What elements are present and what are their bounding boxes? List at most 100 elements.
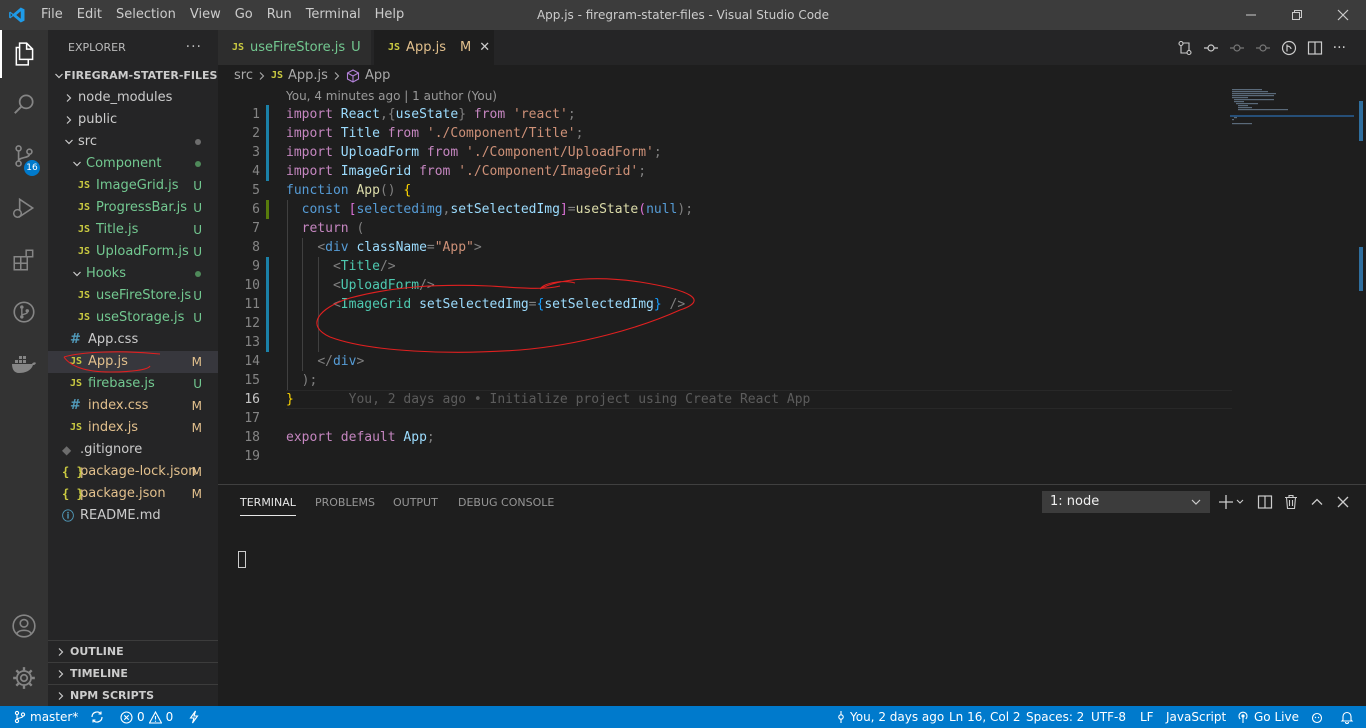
tree-file[interactable]: { } package.json M [48, 483, 218, 505]
tree-item-label: Hooks [86, 266, 126, 281]
search-button[interactable] [0, 80, 48, 128]
maximize-panel-button[interactable] [1308, 493, 1326, 511]
menu-view[interactable]: View [183, 0, 228, 30]
terminal-select[interactable]: 1: node [1042, 491, 1210, 513]
minimap[interactable] [1230, 87, 1354, 127]
tree-folder[interactable]: src [48, 131, 218, 153]
editor-scrollbar[interactable] [1356, 87, 1366, 484]
line-number: 15 [244, 373, 260, 388]
source-control-button[interactable]: 16 [0, 132, 48, 180]
more-actions-icon[interactable]: ··· [1333, 40, 1346, 56]
go-live-button[interactable]: Go Live [1236, 706, 1299, 728]
menu-run[interactable]: Run [260, 0, 299, 30]
tree-file[interactable]: ◆ .gitignore [48, 439, 218, 461]
git-history-button[interactable] [0, 288, 48, 336]
manage-button[interactable] [0, 654, 48, 702]
tree-file[interactable]: { } package-lock.json M [48, 461, 218, 483]
restore-button[interactable] [1274, 0, 1320, 30]
tree-file[interactable]: ⓘ README.md [48, 505, 218, 527]
run-debug-button[interactable] [0, 184, 48, 232]
git-commit-icon[interactable] [1203, 40, 1219, 56]
menu-terminal[interactable]: Terminal [299, 0, 368, 30]
tree-folder[interactable]: Component [48, 153, 218, 175]
blame-status[interactable]: You, 2 days ago [836, 706, 944, 728]
sync-status[interactable] [90, 706, 104, 728]
tab-app-js[interactable]: JS App.js M ✕ [374, 30, 494, 65]
extensions-button[interactable] [0, 236, 48, 284]
tree-folder[interactable]: public [48, 109, 218, 131]
line-number: 2 [252, 126, 260, 141]
tab-output[interactable]: OUTPUT [393, 485, 438, 520]
language-mode[interactable]: JavaScript [1166, 706, 1226, 728]
scroll-git-marker [1359, 247, 1363, 291]
tree-folder[interactable]: node_modules [48, 87, 218, 109]
outline-section[interactable]: OUTLINE [48, 640, 218, 662]
code-editor[interactable]: You, 4 minutes ago | 1 author (You) 1 imp… [218, 87, 1366, 484]
feedback-button[interactable] [1311, 706, 1325, 728]
tree-file[interactable]: # index.css M [48, 395, 218, 417]
code-token: < [332, 297, 341, 312]
tab-terminal[interactable]: TERMINAL [240, 485, 296, 520]
menu-help[interactable]: Help [368, 0, 412, 30]
code-token: import [286, 164, 333, 179]
split-editor-icon[interactable] [1307, 40, 1323, 56]
codelens-authorship[interactable]: You, 4 minutes ago | 1 author (You) [286, 89, 497, 103]
terminal-cursor[interactable] [238, 551, 246, 568]
branch-status[interactable]: master* [14, 706, 78, 728]
tree-file[interactable]: JS useStorage.js U [48, 307, 218, 329]
explorer-button[interactable] [0, 30, 48, 78]
tree-file[interactable]: JS index.js M [48, 417, 218, 439]
tree-file[interactable]: JS Title.js U [48, 219, 218, 241]
close-panel-button[interactable] [1334, 493, 1352, 511]
tree-file[interactable]: JS ImageGrid.js U [48, 175, 218, 197]
indentation-status[interactable]: Spaces: 2 [1026, 706, 1084, 728]
tab-usefirestore[interactable]: JS useFireStore.js U [218, 30, 371, 65]
problems-status[interactable]: 0 0 [120, 706, 173, 728]
tree-file[interactable]: JS ProgressBar.js U [48, 197, 218, 219]
kill-terminal-button[interactable] [1282, 493, 1300, 511]
breadcrumb-symbol[interactable]: App [365, 65, 390, 87]
previous-change-icon[interactable] [1229, 40, 1245, 56]
close-window-button[interactable] [1320, 0, 1366, 30]
breadcrumb-file[interactable]: App.js [288, 65, 328, 87]
code-token: ] [559, 202, 568, 217]
tab-debug-console[interactable]: DEBUG CONSOLE [458, 485, 554, 520]
next-change-icon[interactable] [1255, 40, 1271, 56]
tab-problems[interactable]: PROBLEMS [315, 485, 375, 520]
code-token: './Component/ImageGrid' [458, 164, 639, 179]
npm-scripts-section[interactable]: NPM SCRIPTS [48, 684, 218, 706]
tree-file[interactable]: JS firebase.js U [48, 373, 218, 395]
tree-file[interactable]: JS UploadForm.js U [48, 241, 218, 263]
open-changes-icon[interactable] [1177, 40, 1193, 56]
encoding-status[interactable]: UTF-8 [1091, 706, 1126, 728]
close-tab-icon[interactable]: ✕ [479, 40, 490, 55]
git-status-badge: M [191, 487, 202, 501]
line-number: 5 [252, 183, 260, 198]
git-lens-icon[interactable] [1281, 40, 1297, 56]
menu-edit[interactable]: Edit [70, 0, 109, 30]
eol-status[interactable]: LF [1140, 706, 1154, 728]
tree-folder[interactable]: Hooks [48, 263, 218, 285]
js-file-icon: JS [78, 224, 91, 235]
tree-file[interactable]: JS App.js M [48, 351, 218, 373]
minimize-button[interactable] [1228, 0, 1274, 30]
breadcrumb-folder[interactable]: src [234, 65, 253, 87]
add-terminal-button[interactable] [1218, 493, 1246, 511]
menu-go[interactable]: Go [228, 0, 260, 30]
split-terminal-button[interactable] [1256, 493, 1274, 511]
workspace-root[interactable]: FIREGRAM-STATER-FILES [48, 65, 218, 87]
docker-button[interactable] [0, 340, 48, 388]
tree-file[interactable]: # App.css [48, 329, 218, 351]
cursor-position[interactable]: Ln 16, Col 2 [949, 706, 1021, 728]
timeline-section[interactable]: TIMELINE [48, 662, 218, 684]
tree-file[interactable]: JS useFireStore.js U [48, 285, 218, 307]
notifications-button[interactable] [1340, 706, 1354, 728]
chevron-right-icon [54, 669, 68, 679]
more-actions-icon[interactable]: ··· [186, 30, 202, 65]
menu-selection[interactable]: Selection [109, 0, 183, 30]
live-share-status[interactable] [188, 706, 200, 728]
accounts-button[interactable] [0, 602, 48, 650]
menu-file[interactable]: File [34, 0, 70, 30]
